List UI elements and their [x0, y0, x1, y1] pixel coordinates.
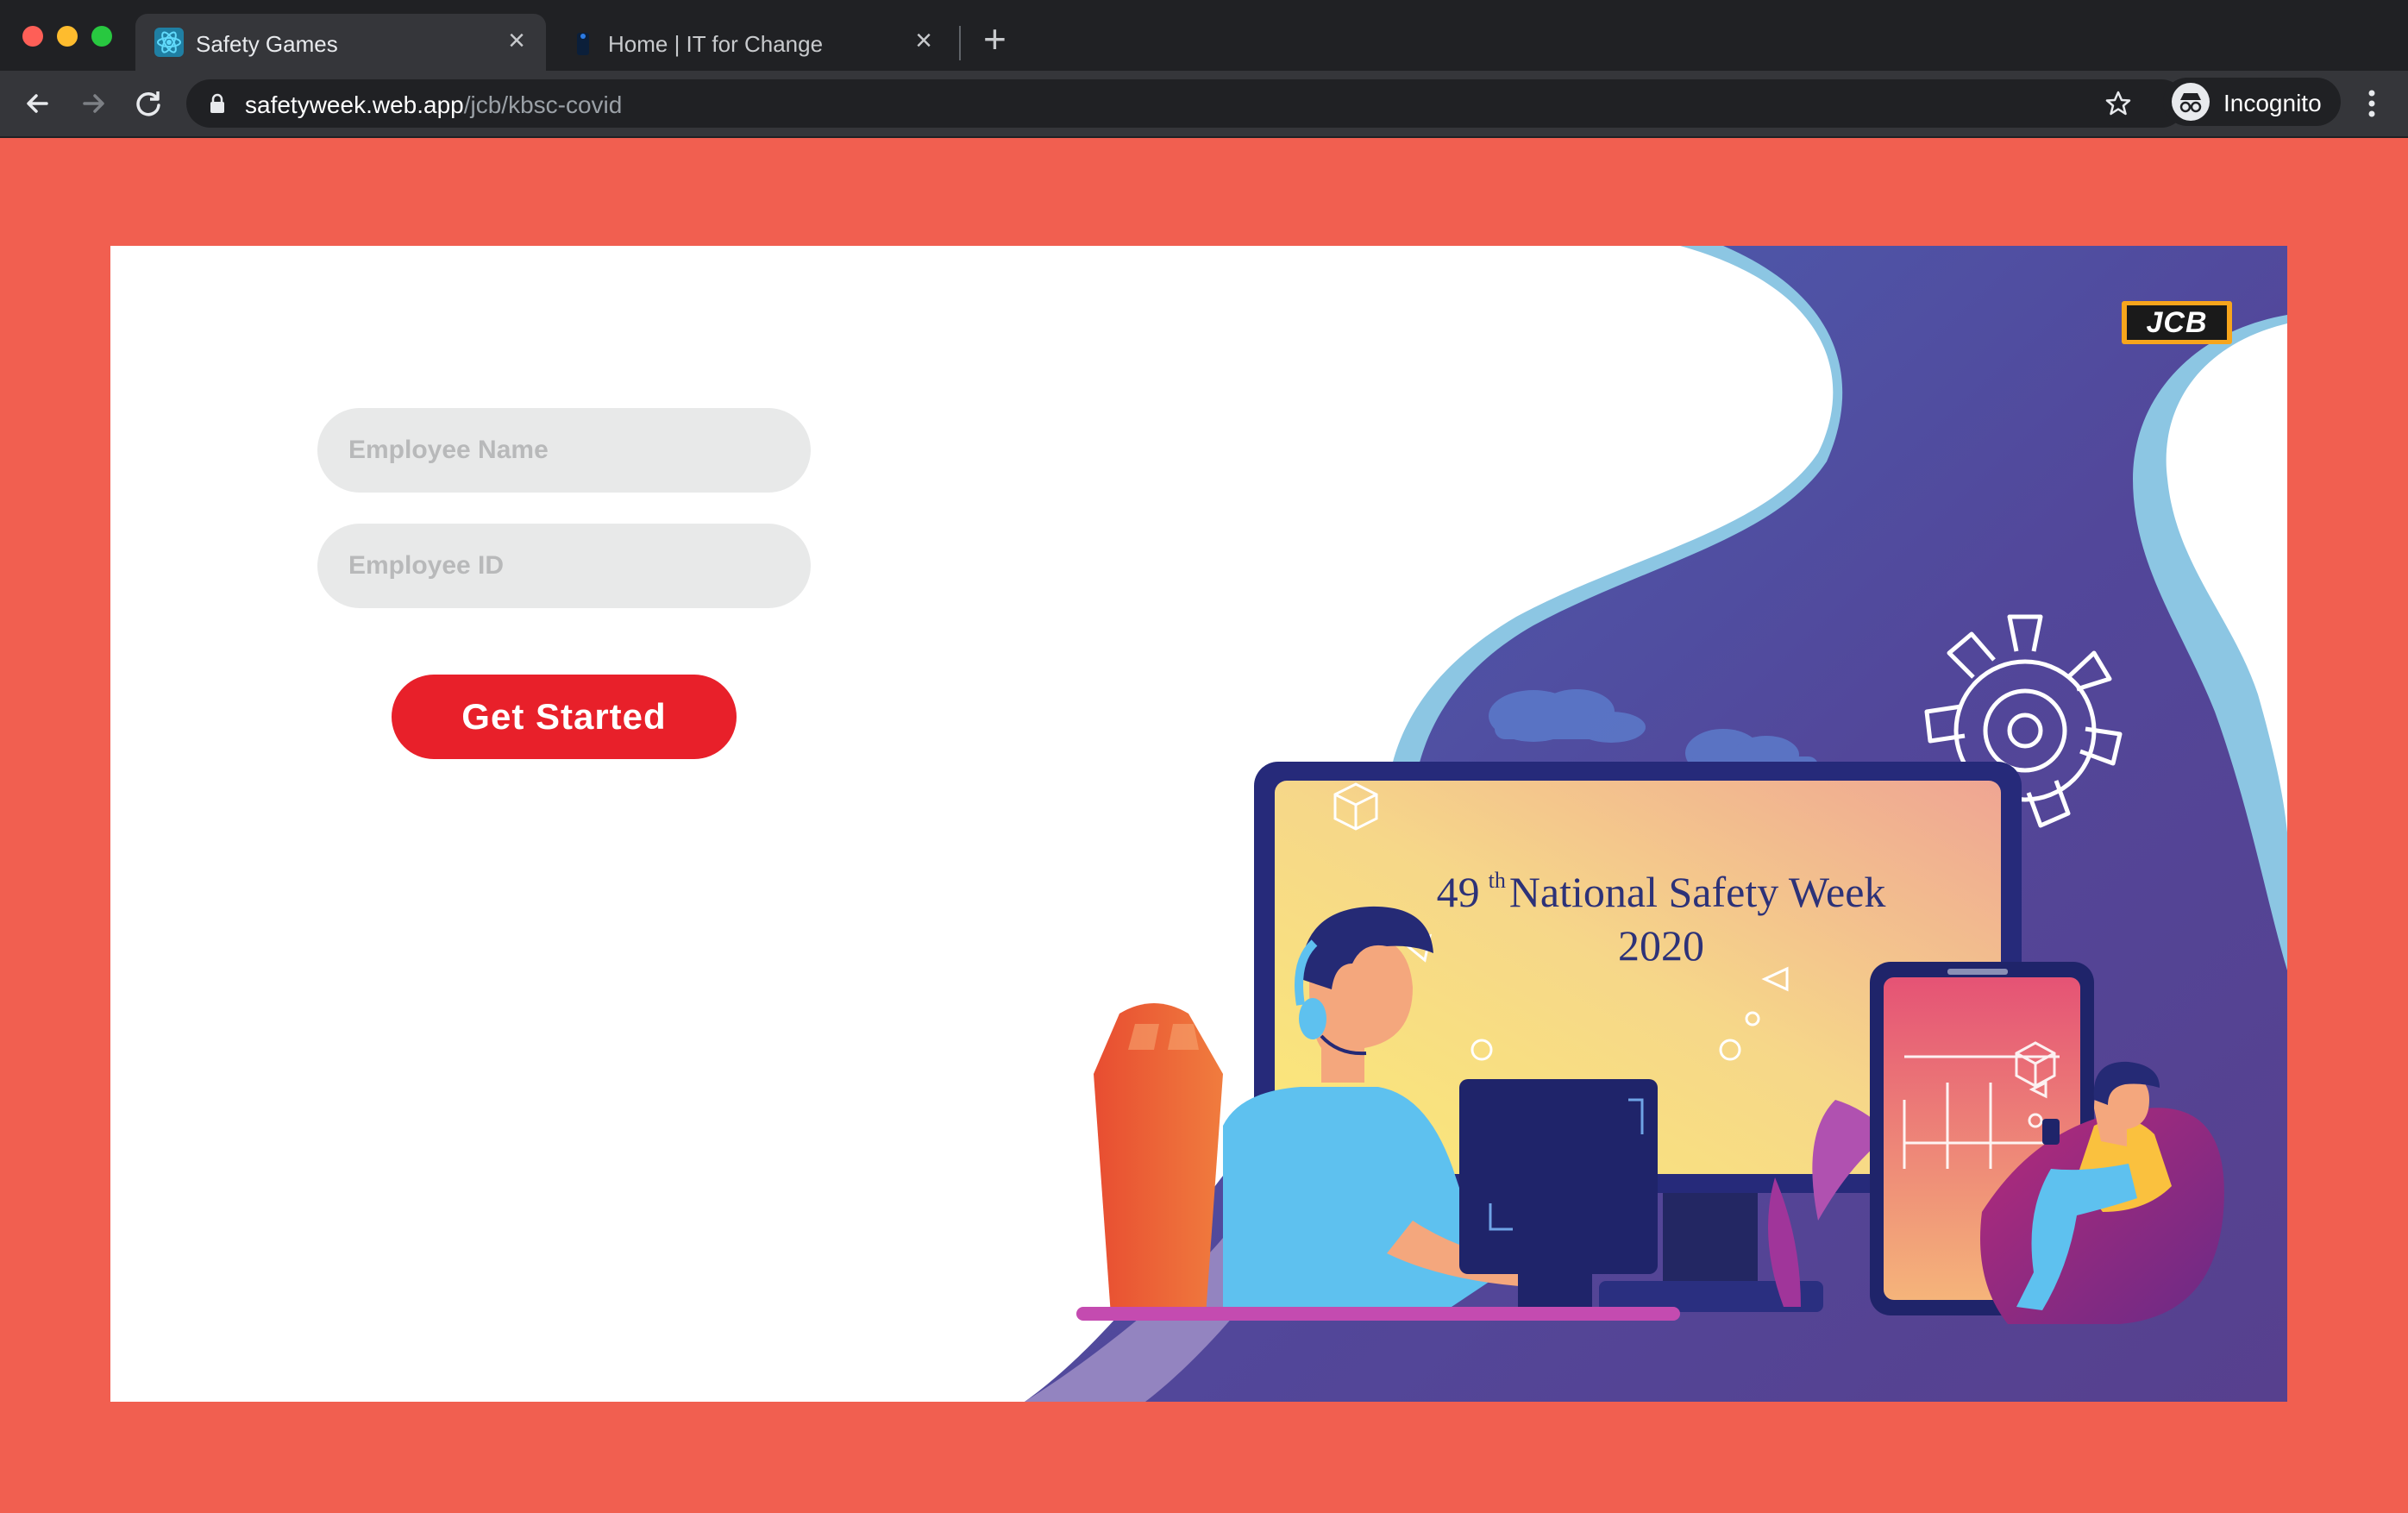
- incognito-profile-button[interactable]: Incognito: [2163, 78, 2341, 126]
- address-bar[interactable]: safetyweek.web.app/jcb/kbsc-covid: [186, 79, 2185, 128]
- reload-icon[interactable]: [131, 86, 166, 121]
- maximize-window-button[interactable]: [91, 26, 112, 47]
- tab-title: Safety Games: [196, 31, 338, 57]
- bookmark-star-icon[interactable]: [2104, 90, 2132, 117]
- tab-it-for-change[interactable]: Home | IT for Change ×: [556, 14, 953, 71]
- incognito-icon: [2179, 93, 2202, 113]
- url-text: safetyweek.web.app/jcb/kbsc-covid: [245, 91, 622, 119]
- lock-icon: [210, 93, 224, 113]
- edition-suffix: th: [1488, 868, 1506, 893]
- forward-arrow-icon[interactable]: [76, 86, 110, 121]
- incognito-avatar: [2172, 83, 2210, 121]
- login-card: JCB 49 thNational Safety Week 2020 Get St…: [110, 246, 2287, 1402]
- react-atom-icon: [154, 28, 184, 57]
- tab-safety-games[interactable]: Safety Games ×: [135, 14, 546, 72]
- event-name: National Safety Week: [1508, 868, 1886, 916]
- tab-title: Home | IT for Change: [608, 31, 824, 57]
- edition-number: 49: [1436, 868, 1480, 916]
- browser-titlebar: Safety Games × Home | IT for Change × +: [0, 0, 2408, 72]
- incognito-label: Incognito: [2223, 90, 2322, 116]
- browser-toolbar: safetyweek.web.app/jcb/kbsc-covid Incogn…: [0, 71, 2408, 138]
- tab-divider: [959, 26, 961, 60]
- close-window-button[interactable]: [22, 26, 43, 47]
- event-year: 2020: [1618, 921, 1704, 970]
- screen-headline: 49 thNational Safety Week 2020: [1351, 867, 1972, 970]
- back-arrow-icon[interactable]: [21, 86, 55, 121]
- get-started-button[interactable]: Get Started: [392, 675, 737, 759]
- minimize-window-button[interactable]: [57, 26, 78, 47]
- jcb-logo-text: JCB: [2127, 305, 2227, 340]
- employee-name-input[interactable]: [317, 408, 811, 493]
- itfc-favicon: [577, 33, 589, 55]
- employee-id-input[interactable]: [317, 524, 811, 608]
- url-host: safetyweek.web.app: [245, 91, 464, 118]
- close-tab-icon[interactable]: ×: [508, 26, 525, 55]
- headline-line-1: 49 thNational Safety Week: [1351, 867, 1972, 917]
- close-tab-icon[interactable]: ×: [915, 26, 932, 55]
- more-menu-icon[interactable]: [2363, 86, 2380, 121]
- jcb-logo: JCB: [2122, 301, 2232, 344]
- url-path: /jcb/kbsc-covid: [463, 91, 623, 118]
- new-tab-plus-icon[interactable]: +: [983, 19, 1006, 59]
